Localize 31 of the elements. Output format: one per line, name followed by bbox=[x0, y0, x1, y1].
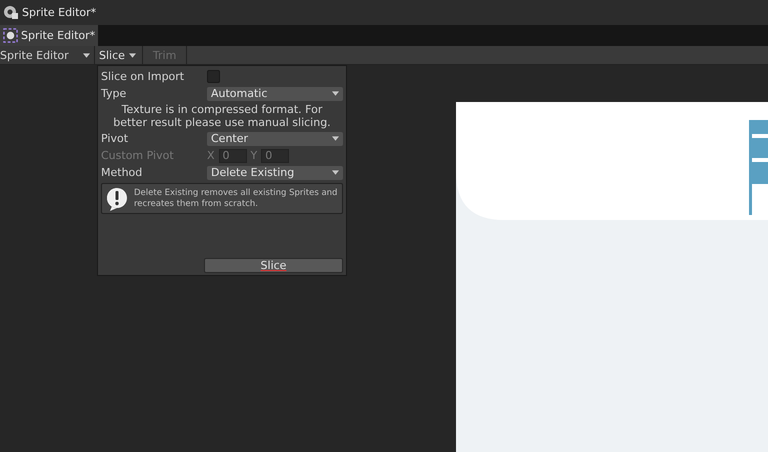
field-label: Pivot bbox=[101, 132, 130, 145]
caret-icon bbox=[332, 170, 339, 175]
field-label: Custom Pivot bbox=[101, 149, 175, 162]
axis-label: Y bbox=[250, 149, 258, 162]
slice-menu-label: Slice bbox=[99, 48, 125, 62]
sprite-icon bbox=[3, 28, 18, 43]
info-text: Delete Existing removes all existing Sprites and recreates them from scratch. bbox=[134, 188, 338, 210]
field-label: Slice on Import bbox=[101, 70, 186, 83]
checkbox[interactable] bbox=[207, 70, 220, 83]
dropdown[interactable]: Delete Existing bbox=[207, 166, 343, 180]
caret-icon bbox=[83, 52, 90, 58]
caret-icon bbox=[332, 91, 339, 96]
dropdown-value: Delete Existing bbox=[211, 166, 294, 179]
dropdown[interactable]: Center bbox=[207, 132, 343, 146]
dropdown-value: Center bbox=[211, 132, 248, 145]
dropdown-value: Automatic bbox=[211, 87, 268, 100]
tab-label: Sprite Editor* bbox=[21, 29, 96, 42]
caret-icon bbox=[128, 52, 136, 58]
slice-button[interactable]: Slice bbox=[204, 258, 343, 273]
editor-tab[interactable]: Sprite Editor* bbox=[0, 25, 98, 46]
dropdown[interactable]: Automatic bbox=[207, 86, 343, 100]
field-label: Method bbox=[101, 166, 144, 179]
caret-icon bbox=[332, 136, 339, 141]
slice-menu[interactable]: Slice bbox=[95, 46, 143, 64]
mode-dropdown[interactable]: Sprite Editor bbox=[0, 46, 95, 64]
axis-label: X bbox=[207, 149, 215, 162]
exclamation-bubble-icon bbox=[106, 186, 128, 210]
window-title: Sprite Editor* bbox=[22, 6, 96, 19]
mode-label: Sprite Editor bbox=[0, 48, 69, 62]
field-label: Type bbox=[101, 87, 128, 100]
compression-note: Texture is in compressed format. For better result please use manual slicing. bbox=[112, 103, 332, 129]
